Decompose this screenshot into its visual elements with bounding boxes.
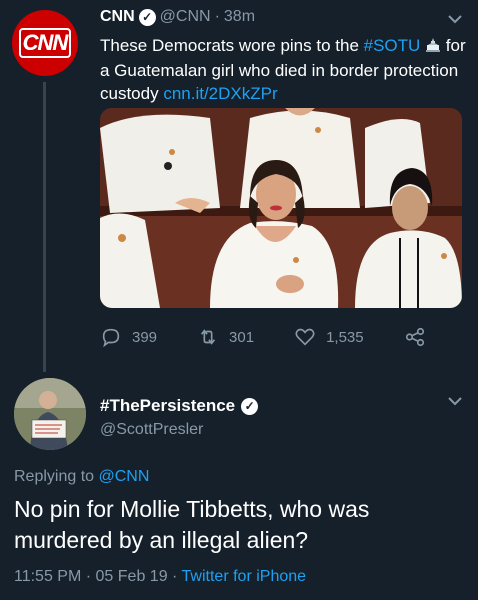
time-ago: 38m — [223, 8, 256, 25]
source-link[interactable]: Twitter for iPhone — [182, 568, 307, 585]
reply-count: 399 — [132, 328, 158, 346]
separator: · — [172, 568, 178, 585]
chevron-down-icon[interactable] — [446, 10, 464, 33]
verified-icon: ✓ — [138, 8, 156, 26]
retweet-count: 301 — [229, 328, 255, 346]
reply-text: No pin for Mollie Tibbetts, who was murd… — [14, 496, 370, 553]
capitol-emoji-icon — [425, 36, 441, 59]
share-button[interactable] — [404, 326, 426, 348]
separator: · — [85, 568, 92, 585]
tweet-text-main: These Democrats wore pins to the — [100, 36, 364, 55]
replying-prefix: Replying to — [14, 468, 99, 485]
like-button[interactable]: 1,535 — [294, 326, 364, 348]
separator: · — [214, 8, 220, 25]
avatar-logo-text: CNN — [18, 28, 72, 58]
tweet-photo[interactable] — [100, 108, 462, 308]
reply-icon — [102, 328, 120, 348]
reply-meta: 11:55 PM · 05 Feb 19 · Twitter for iPhon… — [14, 568, 306, 586]
replying-to: Replying to @CNN — [14, 468, 149, 486]
chevron-down-icon[interactable] — [446, 392, 464, 415]
cnn-avatar[interactable]: CNN — [12, 10, 78, 76]
reply-author-name[interactable]: #ThePersistence ✓ — [100, 396, 259, 416]
article-link[interactable]: cnn.it/2DXkZPr — [163, 84, 277, 103]
retweet-button[interactable]: 301 — [197, 326, 254, 348]
tweet-text: These Democrats wore pins to the #SOTU f… — [100, 34, 468, 105]
reply-avatar[interactable] — [14, 378, 86, 450]
retweet-icon — [200, 329, 216, 345]
reply-author-label: #ThePersistence — [100, 396, 236, 415]
verified-icon: ✓ — [241, 397, 259, 415]
reply-time: 11:55 PM — [14, 568, 82, 585]
like-icon — [295, 328, 315, 346]
cnn-tweet[interactable]: CNN CNN ✓ @CNN · 38m These Democrats wor… — [0, 0, 478, 372]
reply-button[interactable]: 399 — [100, 326, 157, 348]
tweet-actions: 399 301 1,535 — [100, 326, 440, 348]
hashtag-link[interactable]: #SOTU — [364, 36, 421, 55]
tweet-header: CNN ✓ @CNN · 38m — [100, 8, 255, 26]
reply-handle[interactable]: @ScottPresler — [100, 421, 203, 439]
author-name[interactable]: CNN — [100, 8, 135, 26]
reply-date: 05 Feb 19 — [95, 568, 168, 585]
replying-to-link[interactable]: @CNN — [99, 468, 150, 485]
author-handle[interactable]: @CNN — [160, 8, 211, 26]
like-count: 1,535 — [326, 328, 364, 346]
thread-line — [43, 82, 46, 372]
share-icon — [405, 327, 424, 347]
